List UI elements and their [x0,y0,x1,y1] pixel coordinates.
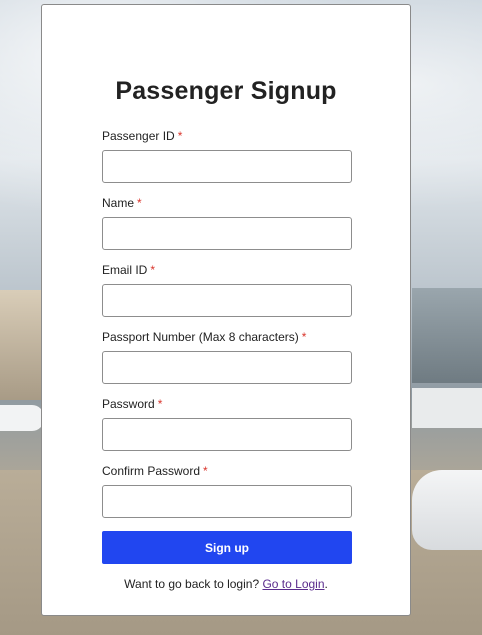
jetbridge-right [412,388,482,428]
email-id-input[interactable] [102,284,352,317]
airplane-left [0,405,44,431]
required-marker: * [301,330,307,344]
required-marker: * [157,397,163,411]
required-marker: * [137,196,142,210]
password-label: Password * [102,396,352,412]
login-prompt: Want to go back to login? Go to Login. [42,577,410,591]
password-input[interactable] [102,418,352,451]
passport-number-label: Passport Number (Max 8 characters) * [102,329,352,345]
signup-button[interactable]: Sign up [102,531,352,564]
password-field-group: Password * [102,396,352,451]
confirm-password-label-text: Confirm Password [102,464,201,478]
email-id-label: Email ID * [102,262,352,278]
required-marker: * [150,263,156,277]
name-label-text: Name [102,196,135,210]
login-prompt-text: Want to go back to login? [124,577,260,591]
terminal-building-right [412,288,482,383]
password-label-text: Password [102,397,155,411]
name-field-group: Name * [102,195,352,250]
confirm-password-input[interactable] [102,485,352,518]
passport-number-label-text: Passport Number (Max 8 characters) [102,330,299,344]
required-marker: * [177,129,183,143]
signup-card: Passenger Signup Passenger ID * Name * Ema… [41,4,411,616]
page-title: Passenger Signup [115,77,337,105]
passenger-id-field-group: Passenger ID * [102,128,352,183]
go-to-login-link[interactable]: Go to Login [262,577,324,591]
name-input[interactable] [102,217,352,250]
passenger-id-label-text: Passenger ID [102,129,175,143]
confirm-password-field-group: Confirm Password * [102,463,352,518]
name-label: Name * [102,195,352,211]
required-marker: * [203,464,208,478]
email-id-field-group: Email ID * [102,262,352,317]
login-prompt-suffix: . [324,577,328,591]
email-id-label-text: Email ID [102,263,148,277]
passport-number-input[interactable] [102,351,352,384]
terminal-building-left [0,290,44,400]
passport-number-field-group: Passport Number (Max 8 characters) * [102,329,352,384]
passenger-id-input[interactable] [102,150,352,183]
confirm-password-label: Confirm Password * [102,463,352,479]
passenger-id-label: Passenger ID * [102,128,352,144]
airplane-right [412,470,482,550]
